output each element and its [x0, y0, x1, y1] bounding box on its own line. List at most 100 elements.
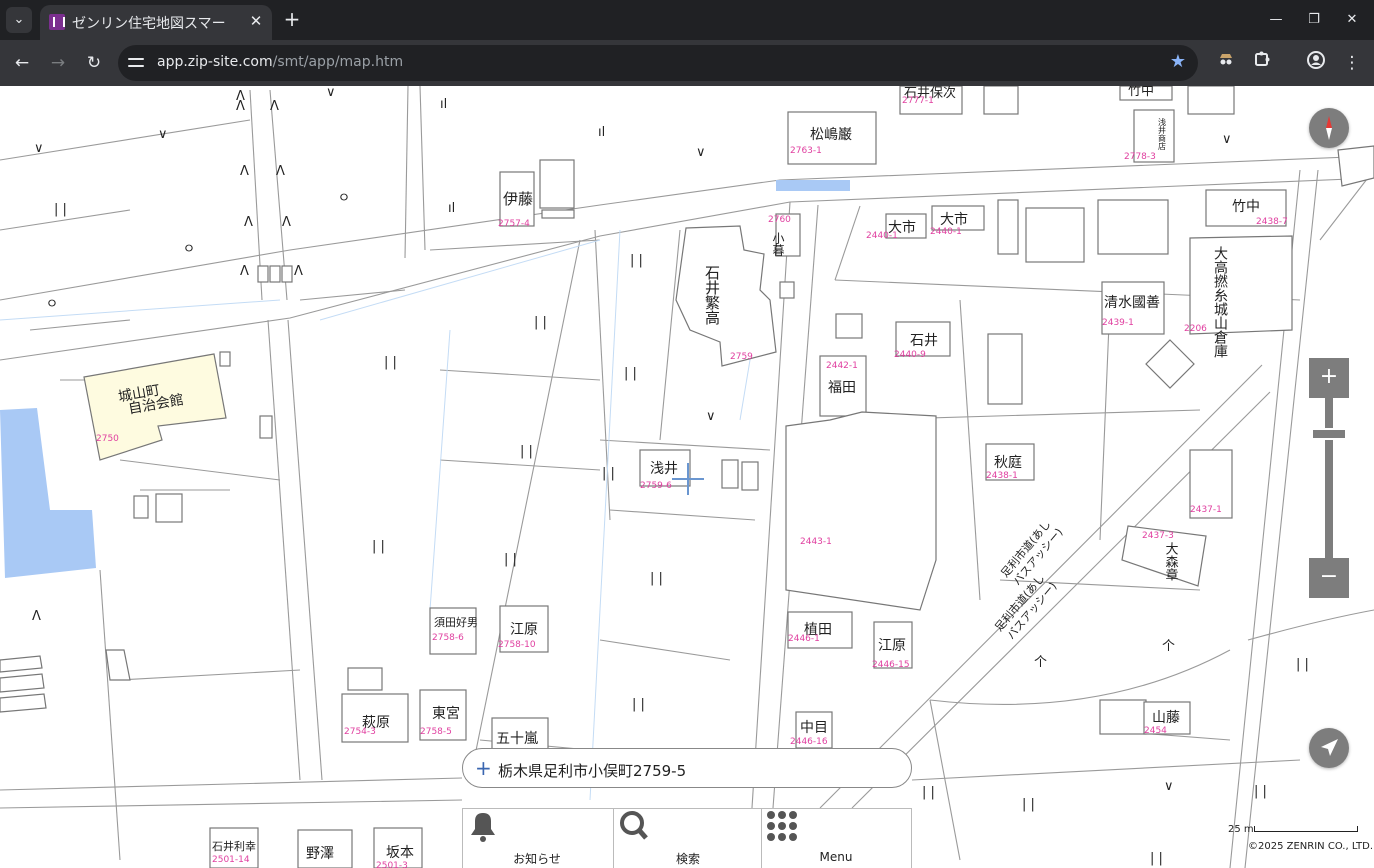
svg-text:| |: | | — [650, 571, 663, 586]
svg-text:2438-7: 2438-7 — [1256, 217, 1288, 227]
bell-icon — [471, 813, 495, 842]
svg-text:| |: | | — [384, 355, 397, 370]
close-window-icon[interactable]: ✕ — [1340, 8, 1364, 32]
menu-label: Menu — [819, 850, 853, 864]
svg-text:Λ: Λ — [240, 264, 249, 279]
svg-text:| |: | | — [504, 552, 517, 567]
svg-text:| |: | | — [1150, 851, 1163, 866]
active-tab[interactable]: ゼンリン住宅地図スマー ✕ — [40, 5, 272, 40]
restore-icon[interactable]: ❐ — [1302, 8, 1326, 32]
svg-text:五十嵐: 五十嵐 — [496, 731, 538, 747]
svg-text:2501-3: 2501-3 — [376, 861, 408, 868]
compass-button[interactable] — [1309, 108, 1349, 148]
svg-text:| |: | | — [632, 697, 645, 712]
svg-text:中目: 中目 — [800, 720, 828, 736]
address-text: 栃木県足利市小俣町2759-5 — [498, 762, 687, 780]
reload-icon[interactable]: ↻ — [81, 50, 107, 76]
svg-text:2777-1: 2777-1 — [902, 96, 934, 106]
new-tab-plus-icon[interactable]: + — [280, 8, 304, 32]
svg-text:2758-10: 2758-10 — [498, 640, 536, 650]
svg-text:个: 个 — [1162, 639, 1175, 654]
url-text[interactable]: app.zip-site.com/smt/app/map.htm — [157, 54, 403, 70]
svg-text:2446-1: 2446-1 — [788, 634, 820, 644]
svg-text:2758-5: 2758-5 — [420, 727, 452, 737]
svg-text:Λ: Λ — [240, 164, 249, 179]
pond — [0, 408, 96, 578]
back-arrow-icon[interactable]: ← — [9, 50, 35, 76]
svg-text:2437-1: 2437-1 — [1190, 505, 1222, 515]
search-button[interactable]: 検索 — [613, 809, 761, 868]
url-host: app.zip-site.com — [157, 54, 273, 70]
svg-text:Λ: Λ — [282, 215, 291, 230]
svg-text:| |: | | — [624, 366, 637, 381]
forward-arrow-icon[interactable]: → — [45, 50, 71, 76]
svg-text:江原: 江原 — [878, 638, 906, 654]
svg-text:ıl: ıl — [448, 201, 455, 216]
svg-text:2443-1: 2443-1 — [800, 537, 832, 547]
address-bar[interactable]: app.zip-site.com/smt/app/map.htm ★ — [118, 45, 1198, 81]
svg-text:| |: | | — [372, 539, 385, 554]
svg-text:个: 个 — [1034, 655, 1047, 670]
svg-text:| |: | | — [922, 785, 935, 800]
notice-label: お知らせ — [513, 852, 561, 866]
svg-text:∨: ∨ — [706, 409, 716, 424]
kebab-menu-icon[interactable]: ⋮ — [1339, 50, 1365, 76]
svg-text:Λ: Λ — [270, 99, 279, 114]
svg-text:大市: 大市 — [940, 211, 968, 228]
svg-text:∨: ∨ — [326, 86, 336, 100]
svg-text:石井繁高: 石井繁高 — [703, 265, 721, 325]
svg-text:2437-3: 2437-3 — [1142, 531, 1174, 541]
notice-button[interactable]: お知らせ — [463, 809, 611, 868]
svg-text:2760: 2760 — [768, 215, 791, 225]
zoom-slider-thumb[interactable] — [1311, 428, 1347, 440]
svg-text:浅井商店: 浅井商店 — [1158, 117, 1167, 151]
svg-text:石井利幸: 石井利幸 — [212, 839, 256, 853]
svg-text:Λ: Λ — [294, 264, 303, 279]
zoom-in-button[interactable]: + — [1309, 358, 1349, 398]
profile-avatar-icon[interactable] — [1303, 50, 1329, 76]
svg-text:2763-1: 2763-1 — [790, 146, 822, 156]
url-path: /smt/app/map.htm — [272, 54, 404, 70]
svg-text:須田好男: 須田好男 — [434, 615, 478, 629]
svg-text:2454: 2454 — [1144, 726, 1167, 736]
svg-text:野澤: 野澤 — [306, 846, 334, 862]
minimize-icon[interactable]: — — [1264, 8, 1288, 32]
svg-text:2439-1: 2439-1 — [1102, 318, 1134, 328]
svg-text:2440-9: 2440-9 — [894, 350, 926, 360]
bottom-nav: お知らせ 検索 Menu — [462, 808, 912, 868]
scale-bar — [1254, 826, 1358, 832]
svg-text:ㅇ: ㅇ — [338, 191, 350, 206]
search-label: 検索 — [675, 852, 700, 866]
scale-label: 25 m — [1228, 824, 1254, 835]
svg-text:石井: 石井 — [910, 333, 938, 349]
svg-text:山藤: 山藤 — [1152, 710, 1180, 726]
svg-text:2446-15: 2446-15 — [872, 660, 910, 670]
address-display[interactable]: + 栃木県足利市小俣町2759-5 — [462, 748, 912, 788]
incognito-extension-icon[interactable] — [1213, 50, 1239, 76]
svg-text:坂本: 坂本 — [386, 845, 414, 861]
tab-title: ゼンリン住宅地図スマー — [72, 16, 226, 32]
map-viewport[interactable]: | | | | | | | | | | | | | | | | | | | | | | | | … — [0, 86, 1374, 868]
svg-text:竹中: 竹中 — [1232, 199, 1260, 215]
svg-text:伊藤: 伊藤 — [503, 190, 533, 208]
svg-text:∨: ∨ — [1222, 132, 1232, 147]
svg-text:江原: 江原 — [510, 622, 538, 638]
svg-text:2757-4: 2757-4 — [498, 219, 530, 229]
svg-text:| |: | | — [1254, 784, 1267, 799]
bookmark-star-icon[interactable]: ★ — [1170, 51, 1186, 72]
zoom-out-button[interactable]: − — [1309, 558, 1349, 598]
tab-search-chevron-icon[interactable]: ⌄ — [6, 7, 32, 33]
svg-text:Λ: Λ — [236, 89, 245, 104]
svg-text:∨: ∨ — [696, 145, 706, 160]
current-location-button[interactable] — [1309, 728, 1349, 768]
copyright-text: ©2025 ZENRIN CO., LTD. — [1248, 841, 1373, 852]
site-info-icon[interactable] — [126, 53, 148, 73]
menu-button[interactable]: Menu — [761, 809, 909, 868]
svg-text:大森章: 大森章 — [1163, 542, 1179, 581]
extensions-puzzle-icon[interactable] — [1249, 50, 1275, 76]
svg-text:大高撚糸城山倉庫: 大高撚糸城山倉庫 — [1212, 246, 1228, 358]
svg-text:浅井: 浅井 — [650, 461, 678, 477]
grid-menu-icon — [767, 811, 797, 841]
tab-close-icon[interactable]: ✕ — [246, 11, 266, 31]
zoom-slider-track[interactable] — [1325, 398, 1333, 558]
